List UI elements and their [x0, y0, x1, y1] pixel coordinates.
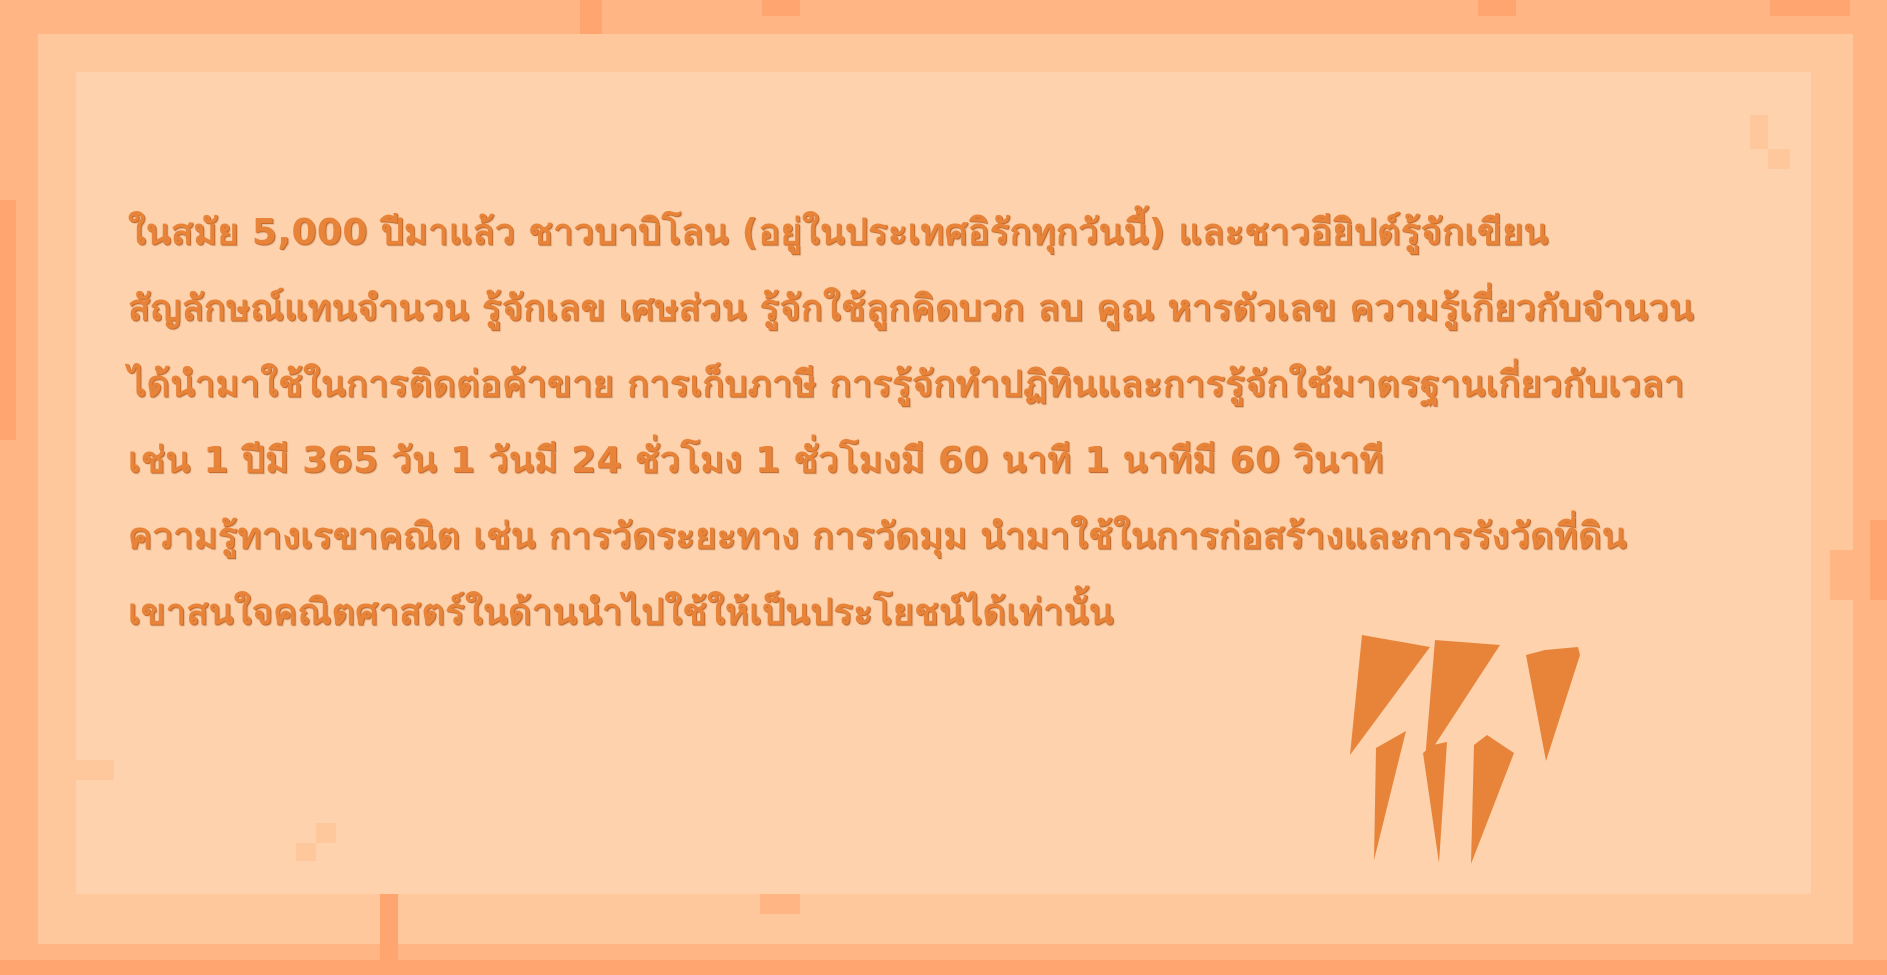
paper-pixel: [296, 843, 316, 861]
frame-pixel: [580, 0, 602, 34]
paper-pixel: [1750, 115, 1768, 149]
text-line: เช่น 1 ปีมี 365 วัน 1 วันมี 24 ชั่วโมง 1…: [128, 440, 1384, 481]
paper-pixel: [316, 823, 336, 843]
text-line: ความรู้ทางเรขาคณิต เช่น การวัดระยะทาง กา…: [128, 516, 1627, 557]
text-line: สัญลักษณ์แทนจำนวน รู้จักเลข เศษส่วน รู้จ…: [128, 288, 1694, 329]
frame-pixel: [1770, 0, 1850, 16]
text-line: ในสมัย 5,000 ปีมาแล้ว ชาวบาบิโลน (อยู่ใน…: [128, 212, 1549, 253]
frame-pixel: [0, 200, 16, 440]
frame-pixel: [762, 0, 800, 16]
frame-pixel: [1478, 0, 1516, 16]
text-line: ได้นำมาใช้ในการติดต่อค้าขาย การเก็บภาษี …: [128, 364, 1685, 405]
text-body: ในสมัย 5,000 ปีมาแล้ว ชาวบาบิโลน (อยู่ใน…: [128, 195, 1828, 651]
frame-pixel: [1830, 550, 1853, 600]
frame-pixel: [1870, 520, 1887, 600]
paper-pixel: [76, 760, 114, 780]
paper-pixel: [1768, 149, 1790, 169]
frame-pixel: [0, 960, 1887, 975]
claw-scratch-icon: [1350, 635, 1600, 875]
